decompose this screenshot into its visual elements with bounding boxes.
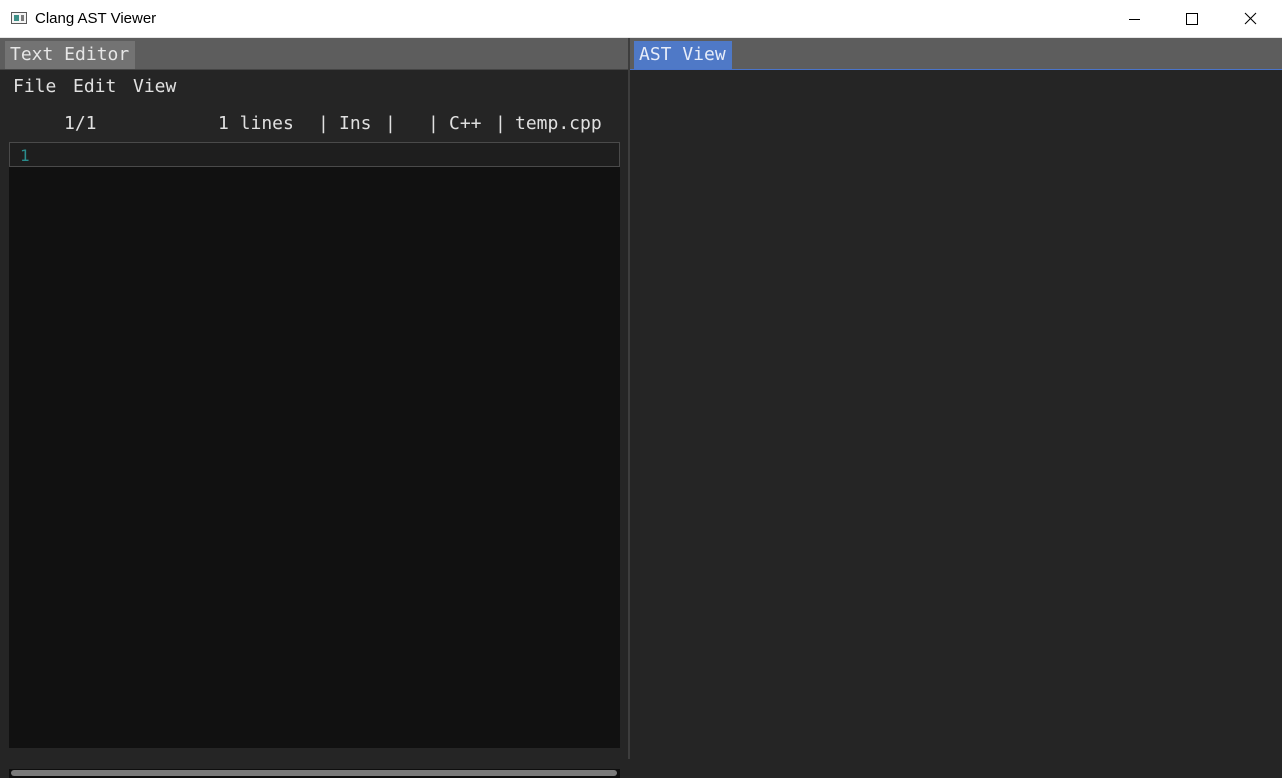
line-count: 1 lines bbox=[218, 113, 294, 134]
app-window: Clang AST Viewer Text Editor File Edit V… bbox=[0, 0, 1282, 778]
minimize-button[interactable] bbox=[1105, 0, 1163, 38]
insert-mode: Ins bbox=[339, 113, 372, 134]
close-icon bbox=[1244, 12, 1257, 25]
window-title: Clang AST Viewer bbox=[35, 10, 157, 27]
status-separator: | bbox=[495, 113, 506, 134]
line-number: 1 bbox=[20, 146, 30, 165]
horizontal-scrollbar[interactable] bbox=[9, 769, 620, 778]
status-separator: | bbox=[428, 113, 439, 134]
status-separator: | bbox=[385, 113, 396, 134]
tab-text-editor[interactable]: Text Editor bbox=[5, 41, 135, 69]
cursor-position: 1/1 bbox=[64, 113, 97, 134]
maximize-icon bbox=[1186, 13, 1198, 25]
editor-status-line: 1/1 1 lines | Ins | | C++ | temp.cpp bbox=[0, 112, 628, 136]
status-separator: | bbox=[318, 113, 329, 134]
title-bar[interactable]: Clang AST Viewer bbox=[0, 0, 1282, 38]
current-line-highlight: 1 bbox=[9, 142, 620, 167]
text-editor-body: File Edit View 1/1 1 lines | Ins | | C++… bbox=[0, 70, 628, 778]
text-editor-tab-bar: Text Editor bbox=[0, 38, 628, 70]
ast-view-panel: AST View bbox=[630, 38, 1282, 759]
minimize-icon bbox=[1129, 19, 1140, 20]
maximize-button[interactable] bbox=[1163, 0, 1221, 38]
language-indicator: C++ bbox=[449, 113, 482, 134]
editor-menu-bar: File Edit View bbox=[0, 70, 628, 104]
file-name: temp.cpp bbox=[515, 113, 602, 134]
app-window-icon bbox=[11, 12, 27, 24]
menu-edit[interactable]: Edit bbox=[73, 76, 116, 98]
close-button[interactable] bbox=[1221, 0, 1279, 38]
menu-file[interactable]: File bbox=[13, 76, 56, 98]
scrollbar-thumb[interactable] bbox=[11, 770, 617, 776]
text-editor-panel: Text Editor File Edit View 1/1 1 lines |… bbox=[0, 38, 628, 778]
ast-view-tab-bar: AST View bbox=[630, 38, 1282, 70]
tab-ast-view[interactable]: AST View bbox=[634, 41, 732, 69]
menu-view[interactable]: View bbox=[133, 76, 176, 98]
code-editor[interactable]: 1 bbox=[9, 142, 620, 748]
